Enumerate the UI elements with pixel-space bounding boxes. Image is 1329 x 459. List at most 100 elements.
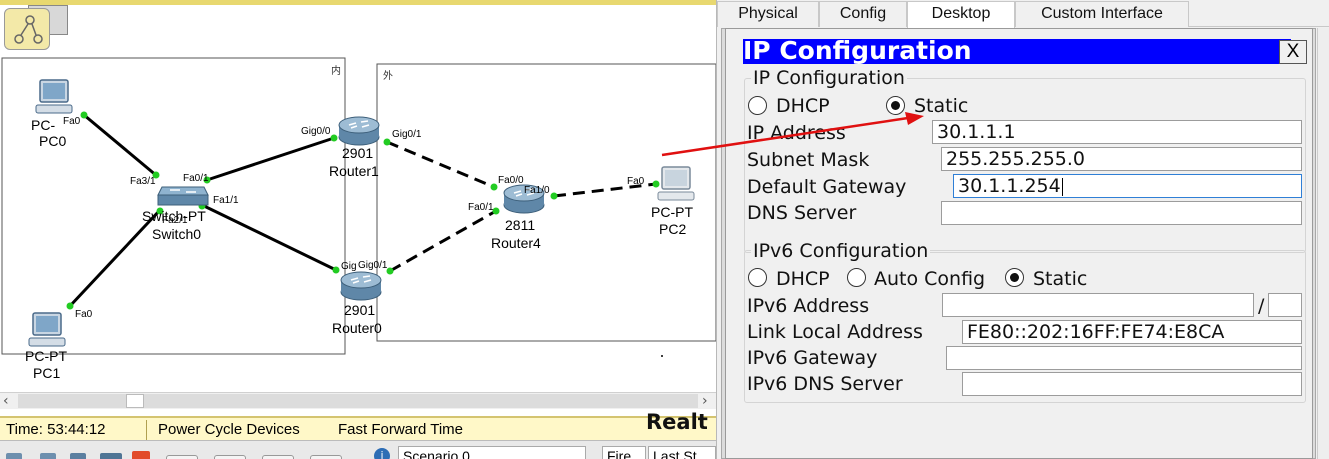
ipv6-static-radio[interactable] [1005,268,1024,287]
tab-desktop[interactable]: Desktop [907,1,1015,28]
last-status-column-header: Last St [648,446,716,459]
toolbar-button[interactable] [214,455,246,459]
scroll-right-icon[interactable]: › [702,393,708,410]
port-label: Fa0/1 [183,173,209,184]
ipv6-auto-config-radio[interactable] [847,268,866,287]
device-category-icon[interactable] [40,453,56,459]
toolbar-button[interactable] [310,455,342,459]
pc-icon [657,166,695,201]
window-title: IP Configuration [743,36,972,65]
link-switch0-router1 [206,136,335,182]
pc0-type-label: PC- [31,117,56,133]
port-label: Fa1/1 [213,195,239,206]
tab-physical[interactable]: Physical [717,1,819,27]
link-pc0-switch0 [83,113,158,178]
toolbar-button[interactable] [262,455,294,459]
default-gateway-label: Default Gateway [747,176,907,198]
dns-server-input[interactable] [941,201,1302,225]
pc2-device[interactable] [656,165,696,207]
pc1-type-label: PC-PT [25,348,67,364]
ipv6-dns-server-input[interactable] [962,372,1302,396]
toolbar-button[interactable] [166,455,198,459]
port-label: Fa1/0 [524,185,550,196]
pc0-device[interactable] [34,78,74,120]
stray-dot [661,355,663,357]
device-category-icon[interactable] [100,453,122,459]
port-label: Gig0/1 [358,260,388,271]
ipv6-dns-server-label: IPv6 DNS Server [747,373,903,395]
realtime-status-bar: Time: 53:44:12 Power Cycle Devices Fast … [0,416,716,440]
device-category-icon[interactable] [6,453,22,459]
device-tab-bar: Physical Config Desktop Custom Interface [717,0,1329,28]
router1-name-label: Router1 [329,163,379,179]
last-status-column-label: Last St [653,448,697,459]
connections-icon[interactable] [132,451,150,459]
link-local-address-input[interactable]: FE80::202:16FF:FE74:E8CA [962,320,1302,344]
pc2-name-label: PC2 [659,221,687,237]
router4-type-label: 2811 [505,217,536,233]
link-switch0-router0 [201,203,337,272]
ipv6-prefix-input[interactable] [1268,293,1302,317]
link-switch0-pc1 [68,208,162,308]
link-local-address-label: Link Local Address [747,321,923,343]
text-caret [1061,177,1063,196]
ipv6-dhcp-radio[interactable] [748,268,767,287]
link-light [490,183,498,191]
link-light [80,111,88,119]
workspace-horizontal-scrollbar[interactable]: ‹ › [0,392,716,409]
port-label: Gig0/0 [301,126,331,137]
port-label: Fa0/1 [468,202,494,213]
pc-icon [35,79,73,114]
link-light [550,192,558,200]
pc0-name-label: PC0 [39,133,67,149]
default-gateway-input[interactable]: 30.1.1.254 [953,174,1302,198]
ipv4-static-radio[interactable] [886,96,905,115]
info-icon[interactable]: i [374,448,390,459]
scrollbar-thumb[interactable] [126,394,144,408]
ipv6-group-title: IPv6 Configuration [751,240,931,262]
ipv6-dhcp-label: DHCP [776,268,830,290]
ipv6-address-input[interactable] [942,293,1254,317]
tab-config[interactable]: Config [819,1,907,27]
tab-custom-interface[interactable]: Custom Interface [1015,1,1189,27]
panel-vertical-scrollbar[interactable] [1317,28,1329,459]
router0-name-label: Router0 [332,320,382,336]
subnet-mask-label: Subnet Mask [747,149,870,171]
port-label: Fa2/1 [162,215,188,226]
link-light [66,302,74,310]
link-router0-router4 [389,209,497,273]
ip-address-input[interactable]: 30.1.1.1 [932,120,1302,144]
ipv6-static-label: Static [1033,268,1088,290]
router-icon [338,116,380,146]
logical-workspace[interactable]: 内 外 PC- PC0 Fa0 PC-PT PC1 Fa0 PC-PT PC2 … [0,0,716,459]
subnet-mask-input[interactable]: 255.255.255.0 [941,147,1302,171]
power-cycle-devices-button[interactable]: Power Cycle Devices [158,421,300,438]
status-divider [146,420,147,440]
pc2-type-label: PC-PT [651,204,693,220]
ipv4-dhcp-label: DHCP [776,95,830,117]
ipv6-address-label: IPv6 Address [747,295,870,317]
fast-forward-time-button[interactable]: Fast Forward Time [338,421,463,438]
scrollbar-track[interactable] [18,394,698,408]
ip-address-label: IP Address [747,122,846,144]
router1-type-label: 2901 [342,145,374,161]
device-category-icon[interactable] [70,453,86,459]
port-label: Fa0 [75,309,93,320]
sim-time-label: Time: 53:44:12 [6,421,106,438]
router0-device[interactable] [339,270,383,306]
router0-type-label: 2901 [344,302,376,318]
ipv6-gateway-input[interactable] [946,346,1302,370]
cluster-label-outer: 外 [383,71,393,82]
scroll-left-icon[interactable]: ‹ [3,393,9,410]
realtime-mode-label[interactable]: Realt [646,410,708,434]
cluster-label-inner: 内 [331,66,341,77]
ipv4-dhcp-radio[interactable] [748,96,767,115]
fire-column-label: Fire [607,448,632,459]
switch-icon [157,186,209,206]
scenario-select-value: Scenario 0 [403,448,470,459]
pc1-device[interactable] [27,311,67,353]
close-button[interactable]: X [1279,40,1307,64]
scenario-select[interactable]: Scenario 0 [398,446,586,459]
ip-configuration-window: IP Configuration X IP Configuration DHCP… [725,28,1313,459]
link-light [383,138,391,146]
